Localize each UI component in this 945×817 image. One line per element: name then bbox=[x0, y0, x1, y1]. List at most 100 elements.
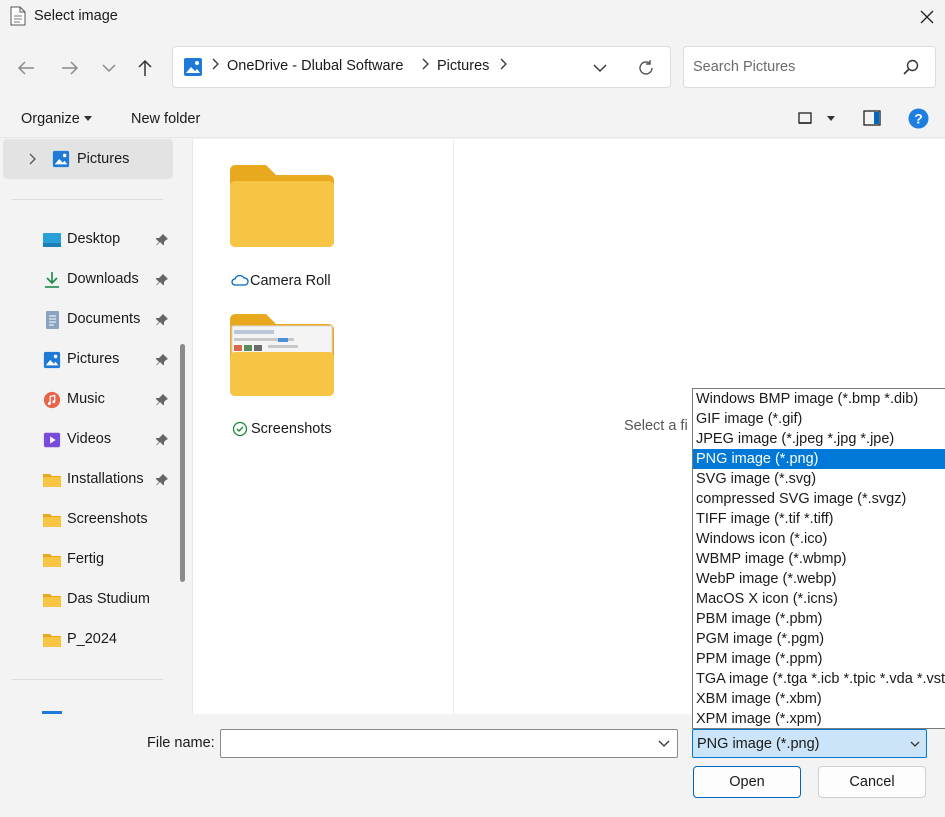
music-icon bbox=[43, 391, 61, 409]
sidebar-item-screenshots[interactable]: Screenshots bbox=[0, 500, 175, 540]
sidebar-item-pictures[interactable]: Pictures bbox=[0, 340, 175, 380]
sidebar-tree-label: Pictures bbox=[77, 151, 130, 167]
sidebar-item-installations[interactable]: Installations bbox=[0, 460, 175, 500]
sidebar-item-label: Das Studium bbox=[67, 591, 151, 607]
chevron-down-icon[interactable] bbox=[657, 736, 671, 750]
command-bar: Organize New folder ? bbox=[0, 100, 945, 138]
sidebar-item-label: Documents bbox=[67, 311, 141, 327]
file-type-option[interactable]: JPEG image (*.jpeg *.jpg *.jpe) bbox=[693, 429, 945, 449]
sidebar-tree-pictures[interactable]: Pictures bbox=[3, 139, 173, 179]
sidebar-scrollbar-thumb[interactable] bbox=[180, 344, 185, 582]
svg-text:?: ? bbox=[914, 111, 923, 127]
cloud-icon bbox=[231, 274, 249, 286]
sidebar-item-label: Downloads bbox=[67, 271, 139, 287]
search-box[interactable] bbox=[683, 46, 936, 88]
pictures-icon bbox=[52, 150, 70, 168]
folder-icon bbox=[230, 314, 334, 396]
organize-label: Organize bbox=[21, 111, 80, 127]
breadcrumb-pictures[interactable]: Pictures bbox=[437, 58, 489, 74]
search-icon[interactable] bbox=[902, 58, 920, 76]
help-button[interactable]: ? bbox=[908, 108, 929, 129]
search-input[interactable] bbox=[693, 57, 893, 77]
file-name-combobox[interactable] bbox=[220, 729, 678, 758]
download-icon bbox=[45, 272, 59, 288]
close-icon bbox=[920, 10, 933, 24]
sidebar-item-documents[interactable]: Documents bbox=[0, 300, 175, 340]
file-type-option[interactable]: compressed SVG image (*.svgz) bbox=[693, 489, 945, 509]
preview-pane-divider[interactable] bbox=[453, 139, 454, 714]
caret-down-icon bbox=[83, 116, 92, 122]
file-type-option[interactable]: Windows icon (*.ico) bbox=[693, 529, 945, 549]
file-type-option[interactable]: PBM image (*.pbm) bbox=[693, 609, 945, 629]
file-type-option[interactable]: MacOS X icon (*.icns) bbox=[693, 589, 945, 609]
navigation-pane: Pictures Desktop Downloads Documents Pic… bbox=[0, 139, 192, 714]
open-button[interactable]: Open bbox=[693, 766, 801, 798]
folder-camera-roll[interactable]: Camera Roll bbox=[228, 163, 358, 293]
sidebar-item-p-2024[interactable]: P_2024 bbox=[0, 620, 175, 660]
pin-icon bbox=[156, 314, 168, 325]
desktop-icon bbox=[43, 233, 61, 247]
folder-icon bbox=[43, 554, 61, 567]
pin-icon bbox=[156, 354, 168, 365]
pin-icon bbox=[156, 234, 168, 245]
sidebar-item-label: Music bbox=[67, 391, 105, 407]
file-type-option[interactable]: WebP image (*.webp) bbox=[693, 569, 945, 589]
file-type-dropdown-list: Windows BMP image (*.bmp *.dib) GIF image… bbox=[692, 388, 945, 729]
back-button[interactable] bbox=[12, 56, 40, 80]
up-button[interactable] bbox=[131, 56, 159, 80]
title-bar bbox=[0, 0, 945, 34]
breadcrumb-onedrive[interactable]: OneDrive - Dlubal Software bbox=[227, 58, 404, 74]
file-type-option[interactable]: TIFF image (*.tif *.tiff) bbox=[693, 509, 945, 529]
forward-button[interactable] bbox=[56, 56, 84, 80]
recent-locations-button[interactable] bbox=[95, 56, 123, 80]
file-type-select[interactable]: PNG image (*.png) bbox=[692, 729, 927, 758]
sidebar-item-label: P_2024 bbox=[67, 631, 117, 647]
file-type-option[interactable]: XBM image (*.xbm) bbox=[693, 689, 945, 709]
file-type-selected: PNG image (*.png) bbox=[697, 736, 820, 752]
file-type-option[interactable]: WBMP image (*.wbmp) bbox=[693, 549, 945, 569]
sidebar-item-videos[interactable]: Videos bbox=[0, 420, 175, 460]
videos-icon bbox=[43, 432, 61, 448]
sidebar-item-music[interactable]: Music bbox=[0, 380, 175, 420]
file-type-option[interactable]: SVG image (*.svg) bbox=[693, 469, 945, 489]
file-type-option[interactable]: Windows BMP image (*.bmp *.dib) bbox=[693, 389, 945, 409]
organize-menu-button[interactable]: Organize bbox=[21, 111, 92, 127]
file-type-option[interactable]: TGA image (*.tga *.icb *.tpic *.vda *.vs… bbox=[693, 669, 945, 689]
refresh-button[interactable] bbox=[634, 56, 658, 80]
preview-pane-button[interactable] bbox=[863, 110, 883, 128]
file-name-input[interactable] bbox=[225, 734, 645, 753]
pin-icon bbox=[156, 274, 168, 285]
synced-check-icon bbox=[232, 421, 248, 437]
sidebar-item-desktop[interactable]: Desktop bbox=[0, 220, 175, 260]
sidebar-item-downloads[interactable]: Downloads bbox=[0, 260, 175, 300]
chevron-down-icon bbox=[910, 741, 920, 747]
sidebar-item-fertig[interactable]: Fertig bbox=[0, 540, 175, 580]
pin-icon bbox=[156, 434, 168, 445]
cancel-button[interactable]: Cancel bbox=[818, 766, 926, 798]
folder-screenshots[interactable]: Screenshots bbox=[228, 312, 358, 442]
arrow-right-icon bbox=[62, 61, 79, 75]
file-type-option[interactable]: PPM image (*.ppm) bbox=[693, 649, 945, 669]
sidebar-item-label: Videos bbox=[67, 431, 112, 447]
chevron-right-icon bbox=[29, 153, 36, 165]
arrow-up-icon bbox=[138, 59, 152, 76]
change-view-button[interactable] bbox=[797, 110, 839, 130]
sidebar-divider bbox=[12, 199, 163, 200]
refresh-icon bbox=[639, 60, 653, 75]
folder-icon bbox=[43, 514, 61, 527]
caret-down-icon bbox=[827, 116, 835, 121]
close-button[interactable] bbox=[908, 0, 945, 34]
address-bar[interactable]: OneDrive - Dlubal Software Pictures bbox=[172, 46, 671, 88]
file-type-option[interactable]: GIF image (*.gif) bbox=[693, 409, 945, 429]
sidebar-item-das-studium[interactable]: Das Studium bbox=[0, 580, 175, 620]
new-folder-button[interactable]: New folder bbox=[131, 111, 200, 127]
sidebar-divider bbox=[12, 679, 163, 680]
file-type-option[interactable]: XPM image (*.xpm) bbox=[693, 709, 945, 728]
address-history-button[interactable] bbox=[588, 56, 612, 80]
folder-name: Screenshots bbox=[251, 421, 332, 437]
file-type-option[interactable]: PNG image (*.png) bbox=[693, 449, 945, 469]
chevron-down-icon bbox=[102, 64, 116, 73]
folder-icon bbox=[43, 594, 61, 607]
breadcrumb-separator bbox=[421, 58, 429, 73]
file-type-option[interactable]: PGM image (*.pgm) bbox=[693, 629, 945, 649]
